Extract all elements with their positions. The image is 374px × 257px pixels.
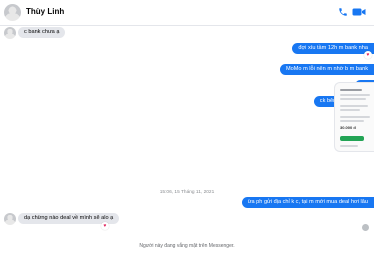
amount-text: 30.000 đ [340,125,356,130]
message-thread: c bank chưa ạ đợi xíu tầm 12h m bank nha… [0,26,374,257]
message-incoming[interactable]: c bank chưa ạ [18,27,66,38]
seen-avatar [362,224,369,231]
phone-icon[interactable] [338,7,348,17]
conversation-header: Thùy Linh [0,0,374,26]
timestamp-divider: 15:06, 15 Tháng 11, 2021 [159,190,215,195]
heart-reaction-icon[interactable]: ♥ [101,222,109,230]
contact-name[interactable]: Thùy Linh [26,7,64,16]
confirm-button-thumbnail [340,136,364,141]
video-call-icon[interactable] [352,7,366,17]
message-outgoing[interactable]: đợi xíu tầm 12h m bank nha [292,43,374,54]
presence-status: Người này đang vắng mặt trên Messenger. [139,243,235,249]
contact-avatar-small [4,213,16,225]
heart-reaction-icon[interactable]: ♥ [364,51,372,59]
contact-avatar[interactable] [4,4,21,21]
image-attachment[interactable]: 30.000 đ [334,82,374,152]
contact-avatar-small [4,27,16,39]
message-outgoing[interactable]: MoMo m lỗi nên m nhờ b m bank [279,64,374,75]
message-outgoing[interactable]: ừa ph gửi địa chỉ k c, tại m mới mua dea… [241,197,374,208]
